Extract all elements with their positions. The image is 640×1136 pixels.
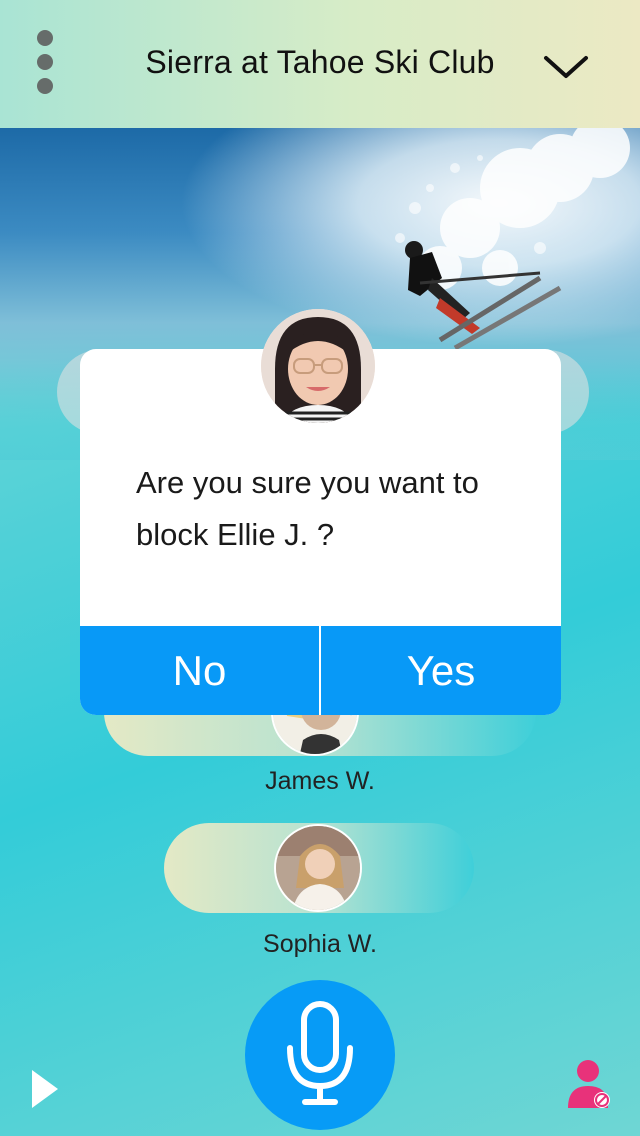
avatar — [261, 309, 375, 423]
member-name-sophia: Sophia W. — [263, 930, 377, 958]
avatar — [274, 824, 362, 912]
dialog-message: Are you sure you want to block Ellie J. … — [136, 465, 479, 552]
block-user-icon[interactable] — [566, 1058, 612, 1110]
block-confirm-dialog: Are you sure you want to block Ellie J. … — [80, 309, 561, 715]
microphone-button[interactable] — [245, 980, 395, 1130]
dialog-button-bar: No Yes — [80, 626, 561, 715]
no-button[interactable]: No — [80, 626, 319, 715]
yes-button[interactable]: Yes — [321, 626, 561, 715]
header-bar: Sierra at Tahoe Ski Club — [0, 0, 640, 128]
play-icon[interactable] — [30, 1068, 60, 1110]
microphone-icon — [287, 1001, 353, 1105]
chevron-down-icon[interactable] — [540, 48, 592, 82]
member-name-james: James W. — [265, 767, 375, 795]
member-pill-sophia[interactable] — [164, 823, 474, 913]
